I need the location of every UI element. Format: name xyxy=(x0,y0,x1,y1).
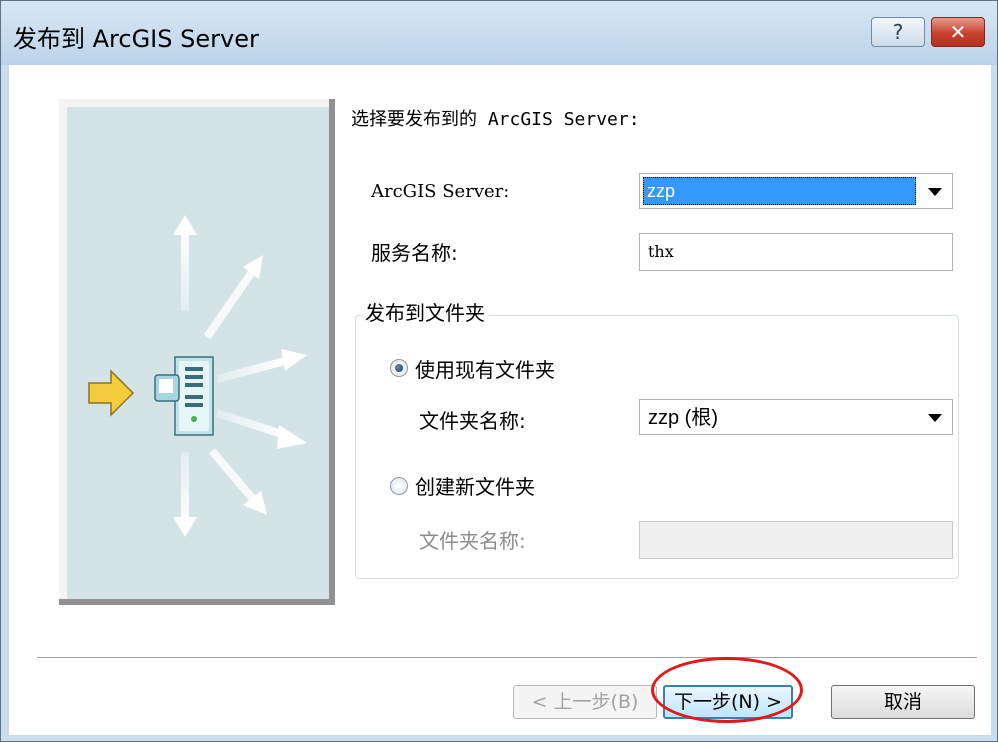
incoming-arrow-icon xyxy=(88,369,135,417)
use-existing-label[interactable]: 使用现有文件夹 xyxy=(415,354,555,383)
back-button[interactable]: < 上一步(B) xyxy=(513,685,657,719)
help-icon: ? xyxy=(892,20,904,44)
server-label: ArcGIS Server: xyxy=(371,181,510,202)
arrow-right-down-icon xyxy=(215,409,307,449)
new-folder-input[interactable] xyxy=(639,521,953,559)
title-bar[interactable]: 发布到 ArcGIS Server ? ✕ xyxy=(1,1,997,65)
existing-folder-dropdown[interactable]: zzp (根) xyxy=(639,399,953,435)
close-button[interactable]: ✕ xyxy=(931,17,985,47)
arrow-down-icon xyxy=(173,452,197,537)
existing-folder-value: zzp (根) xyxy=(648,407,718,429)
create-new-radio[interactable] xyxy=(390,477,408,495)
arrow-up-icon xyxy=(173,215,197,311)
chevron-down-icon[interactable] xyxy=(928,414,942,422)
folder-group-legend: 发布到文件夹 xyxy=(361,297,489,326)
footer-separator xyxy=(37,657,977,659)
radio-selected-dot xyxy=(395,364,403,372)
cancel-button[interactable]: 取消 xyxy=(831,685,975,719)
server-dropdown[interactable]: zzp xyxy=(639,173,953,209)
new-folder-label: 文件夹名称: xyxy=(419,529,526,553)
publish-illustration xyxy=(88,215,307,537)
page-heading: 选择要发布到的 ArcGIS Server: xyxy=(351,109,640,130)
publish-dialog: 发布到 ArcGIS Server ? ✕ 选择要发布到的 ArcGIS Ser… xyxy=(0,0,998,742)
server-dropdown-value: zzp xyxy=(643,177,916,205)
service-name-input[interactable]: thx xyxy=(639,233,953,271)
help-button[interactable]: ? xyxy=(871,17,925,47)
create-new-label[interactable]: 创建新文件夹 xyxy=(415,471,535,500)
use-existing-radio[interactable] xyxy=(390,359,408,377)
close-icon: ✕ xyxy=(949,20,967,44)
service-name-label: 服务名称: xyxy=(371,241,458,265)
chevron-down-icon[interactable] xyxy=(928,188,942,196)
window-title: 发布到 ArcGIS Server xyxy=(13,25,259,53)
server-icon xyxy=(154,356,214,436)
existing-folder-label: 文件夹名称: xyxy=(419,409,526,433)
dialog-body: 选择要发布到的 ArcGIS Server: ArcGIS Server: zz… xyxy=(9,65,991,735)
arrow-down-right-icon xyxy=(208,448,267,515)
next-button[interactable]: 下一步(N) > xyxy=(663,685,793,719)
arrow-right-up-icon xyxy=(215,349,307,383)
arrow-up-right-icon xyxy=(203,255,263,340)
